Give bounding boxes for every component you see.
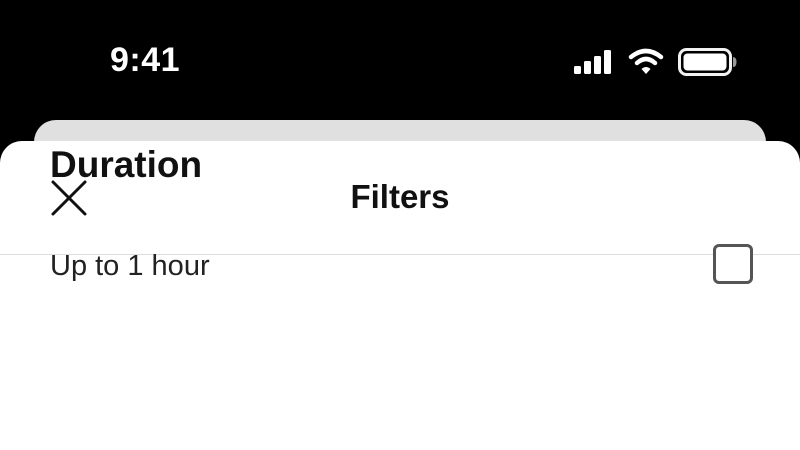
screen: 9:41 Filters Duration Up to 1 hour: [0, 0, 800, 450]
wifi-icon: [628, 48, 664, 74]
option-row-up-to-1-hour[interactable]: Up to 1 hour: [0, 240, 800, 296]
cellular-signal-icon: [574, 50, 611, 74]
section-title-duration: Duration: [50, 144, 203, 185]
status-time: 9:41: [110, 41, 181, 79]
option-label: Up to 1 hour: [50, 250, 210, 282]
battery-icon: [678, 48, 737, 76]
checkbox-up-to-1-hour[interactable]: [713, 244, 753, 284]
status-icons: [572, 44, 742, 76]
status-bar: 9:41: [0, 0, 800, 120]
